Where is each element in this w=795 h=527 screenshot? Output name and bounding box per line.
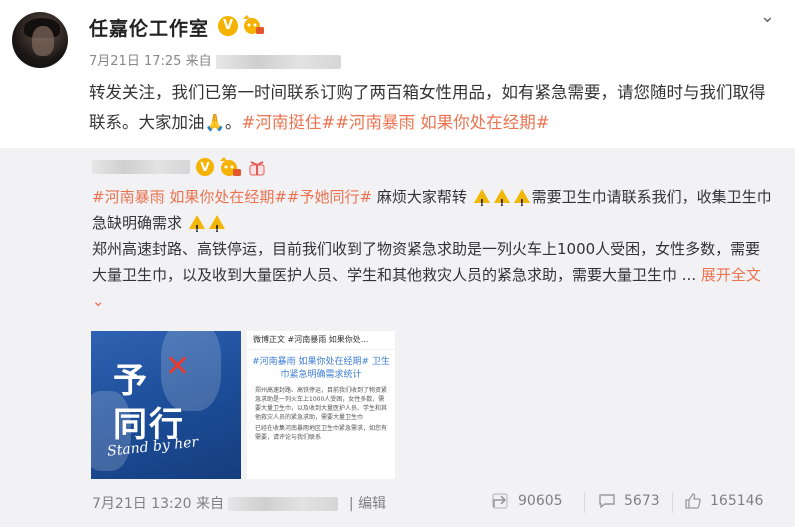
- warning-icon: [208, 215, 225, 243]
- screenshot-para: 郑州高速封路、高铁停运，目前我们收到了物资紧急求助是一列火车上1000人受困，女…: [255, 387, 388, 421]
- repost-count-button[interactable]: 90605: [492, 493, 563, 509]
- fan-badge-icon: [243, 15, 264, 34]
- expand-label: 展开全文: [700, 266, 761, 284]
- blurred-username[interactable]: [92, 160, 190, 174]
- blurred-source: [228, 497, 339, 511]
- hashtag-link[interactable]: #河南挺住#: [242, 113, 336, 132]
- edit-label[interactable]: 编辑: [358, 496, 386, 512]
- gift-icon: [249, 161, 265, 176]
- hashtag-link[interactable]: #河南暴雨 如果你处在经期#: [92, 188, 287, 206]
- like-count: 165146: [710, 493, 764, 509]
- chevron-down-icon[interactable]: ⌄: [760, 6, 775, 27]
- post-body-end: 。: [225, 113, 242, 132]
- repost-time[interactable]: 7月21日 13:20: [92, 496, 192, 512]
- thumbs-up-icon: [685, 493, 701, 509]
- verified-icon: V: [196, 158, 214, 176]
- repost-text: #河南暴雨 如果你处在经期##予她同行# 麻烦大家帮转 需要卫生巾请联系我们，收…: [92, 184, 772, 314]
- repost-source-prefix: 来自: [195, 496, 224, 512]
- verified-icon: V: [218, 16, 238, 36]
- post-text: 转发关注，我们已第一时间联系订购了两百箱女性用品，如有紧急需要，请您随时与我们取…: [89, 78, 769, 138]
- post-source-prefix: 来自: [185, 54, 212, 69]
- warning-icon: [513, 189, 530, 217]
- account-name[interactable]: 任嘉伦工作室: [89, 14, 209, 41]
- screenshot-heading: #河南暴雨 如果你处在经期# 卫生巾紧急明确需求统计: [252, 357, 390, 380]
- avatar[interactable]: [12, 12, 68, 68]
- comment-icon: [599, 494, 615, 509]
- hashtag-link[interactable]: #予她同行#: [287, 188, 372, 206]
- comment-count: 5673: [624, 493, 660, 509]
- repost-body: 郑州高速封路、高铁停运，目前我们收到了物资紧急求助是一列火车上1000人受困，女…: [92, 240, 761, 284]
- reposted-card: V #河南暴雨 如果你处在经期##予她同行# 麻烦大家帮转 需要卫生巾请联系我们…: [0, 148, 795, 527]
- repost-count: 90605: [518, 493, 563, 509]
- ellipsis: ...: [677, 266, 697, 284]
- like-count-button[interactable]: 165146: [684, 493, 763, 509]
- repost-line1: 麻烦大家帮转: [372, 188, 467, 206]
- chevron-down-icon: ⌄: [92, 292, 105, 310]
- red-brush-mark-icon: ✕: [165, 349, 191, 384]
- warning-icon: [188, 215, 205, 243]
- avatar-face: [32, 26, 54, 56]
- post-time[interactable]: 7月21日 17:25: [89, 54, 181, 69]
- poster-title-top: 予: [113, 361, 149, 401]
- divider: [584, 493, 585, 513]
- post-meta: 7月21日 17:25 来自: [89, 50, 341, 69]
- warning-icon: [493, 189, 510, 217]
- divider: [672, 493, 673, 513]
- hashtag-link[interactable]: #河南暴雨 如果你处在经期#: [335, 113, 549, 132]
- campaign-poster-image[interactable]: 予同行 ✕ Stand by her: [91, 331, 241, 479]
- screenshot-image[interactable]: 微博正文 #河南暴雨 如果你处... #河南暴雨 如果你处在经期# 卫生巾紧急明…: [247, 331, 395, 479]
- blurred-source: [215, 54, 341, 69]
- pray-emoji-icon: 🙏: [204, 113, 226, 132]
- comment-count-button[interactable]: 5673: [598, 493, 660, 509]
- warning-icon: [473, 189, 490, 217]
- screenshot-para: 已经在收集河南暴雨地区卫生巾紧急需求，如您有需要，请评论与我们联系: [255, 425, 388, 441]
- repost-meta: 7月21日 13:20 来自 | 编辑: [92, 496, 387, 512]
- fan-badge-icon: [220, 157, 241, 176]
- repost-icon: [492, 493, 508, 509]
- screenshot-bar: 微博正文 #河南暴雨 如果你处...: [247, 331, 395, 350]
